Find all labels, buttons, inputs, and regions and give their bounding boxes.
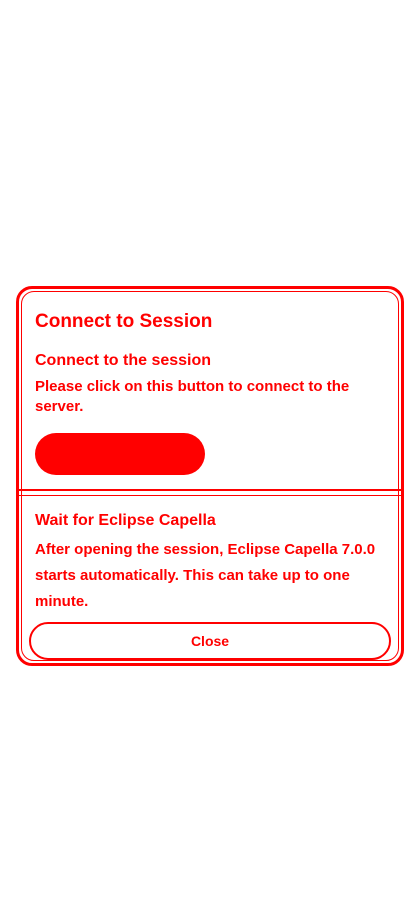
section-divider (19, 489, 401, 496)
connect-button[interactable] (35, 433, 205, 475)
wait-heading: Wait for Eclipse Capella (35, 512, 216, 529)
wait-description: After opening the session, Eclipse Capel… (35, 541, 376, 610)
dialog-title: Connect to Session (35, 311, 213, 332)
connect-section: Connect to the session Please click on t… (35, 351, 377, 417)
wait-section: Wait for Eclipse Capella After opening t… (35, 511, 377, 615)
connect-heading: Connect to the session (35, 352, 212, 369)
close-button[interactable]: Close (29, 622, 391, 660)
connect-description: Please click on this button to connect t… (35, 378, 350, 415)
connect-session-dialog: Connect to Session Connect to the sessio… (16, 286, 404, 666)
